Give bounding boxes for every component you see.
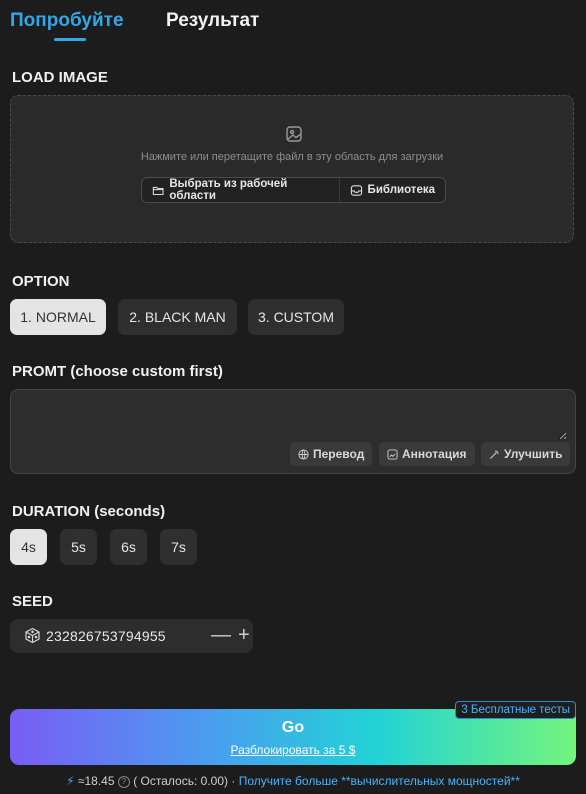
prompt-label: PROMT (choose custom first)	[12, 363, 223, 380]
tab-result[interactable]: Результат	[166, 10, 259, 32]
magic-wand-icon	[490, 449, 499, 459]
duration-7s-button[interactable]: 7s	[160, 529, 197, 565]
upload-hint: Нажмите или перетащите файл в эту област…	[140, 151, 444, 163]
help-icon[interactable]: ?	[117, 776, 130, 788]
footer-credits: ⚡ ≈18.45 ? ( Осталось: 0.00) · Получите …	[0, 774, 586, 788]
inbox-icon	[350, 184, 362, 196]
prompt-input[interactable]	[19, 396, 567, 440]
go-label: Go	[281, 719, 305, 736]
upload-actions: Выбрать из рабочей области Библиотека	[141, 177, 446, 203]
image-annotate-icon	[387, 448, 398, 460]
translate-button[interactable]: Перевод	[290, 442, 373, 466]
image-icon	[286, 126, 302, 142]
choose-workspace-label: Выбрать из рабочей области	[169, 178, 288, 202]
annotate-button[interactable]: Аннотация	[379, 442, 475, 466]
library-button[interactable]: Библиотека	[340, 178, 445, 202]
credit-remaining: ( Осталось: 0.00) ·	[133, 774, 236, 788]
seed-value[interactable]: 232826753794955	[46, 628, 166, 644]
duration-label: DURATION (seconds)	[12, 503, 166, 520]
option-label: OPTION	[12, 273, 70, 290]
seed-field[interactable]: 232826753794955 — +	[10, 619, 253, 653]
choose-workspace-button[interactable]: Выбрать из рабочей области	[142, 178, 340, 202]
duration-5s-button[interactable]: 5s	[60, 529, 97, 565]
translate-label: Перевод	[313, 447, 365, 461]
tab-active-indicator	[54, 38, 86, 41]
globe-icon	[298, 448, 309, 460]
seed-decrement-button[interactable]: —	[211, 624, 231, 646]
library-label: Библиотека	[367, 184, 435, 196]
option-custom-button[interactable]: 3. CUSTOM	[248, 299, 344, 335]
improve-button[interactable]: Улучшить	[481, 442, 571, 466]
option-black-man-button[interactable]: 2. BLACK MAN	[118, 299, 237, 335]
folder-icon	[152, 186, 164, 195]
seed-increment-button[interactable]: +	[238, 624, 250, 646]
tab-try[interactable]: Попробуйте	[10, 10, 124, 32]
seed-label: SEED	[12, 593, 53, 610]
dice-icon[interactable]	[24, 627, 41, 644]
load-image-label: LOAD IMAGE	[12, 69, 108, 86]
free-trials-badge: 3 Бесплатные тесты	[455, 701, 576, 719]
unlock-link[interactable]: Разблокировать за 5 $	[10, 743, 576, 757]
bolt-icon: ⚡	[66, 774, 75, 788]
upload-dropzone[interactable]: Нажмите или перетащите файл в эту област…	[10, 95, 574, 243]
option-normal-button[interactable]: 1. NORMAL	[10, 299, 106, 335]
improve-label: Улучшить	[504, 447, 563, 461]
credit-cost: ≈18.45	[77, 774, 115, 788]
get-more-power-link[interactable]: Получите больше **вычислительных мощност…	[239, 774, 520, 788]
annotate-label: Аннотация	[402, 447, 467, 461]
duration-4s-button[interactable]: 4s	[10, 529, 47, 565]
prompt-box: Перевод Аннотация Улучшить	[10, 389, 576, 474]
duration-6s-button[interactable]: 6s	[110, 529, 147, 565]
